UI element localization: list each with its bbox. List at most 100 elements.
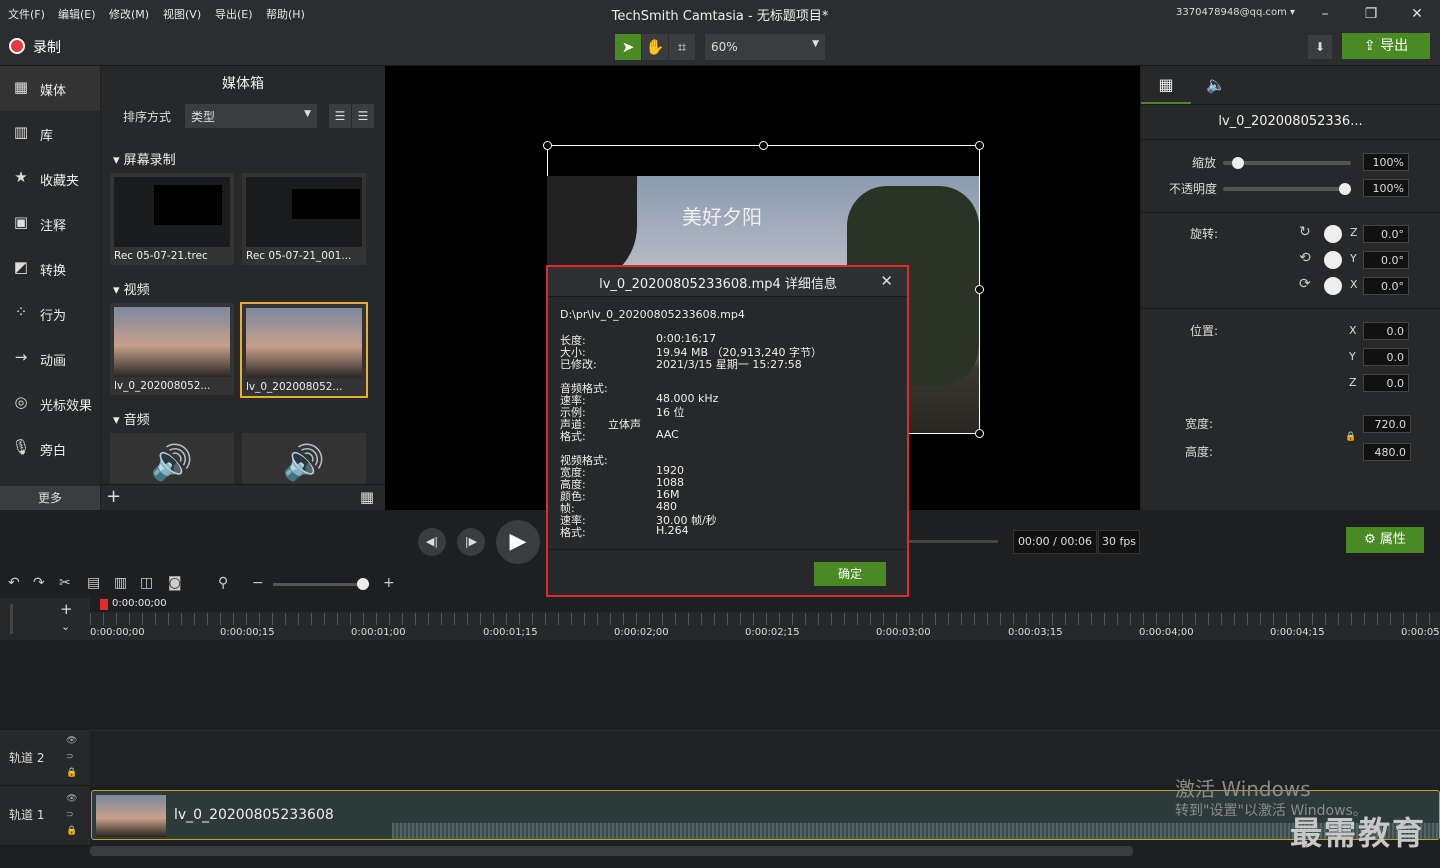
export-button[interactable]: ⇪ 导出: [1342, 33, 1430, 59]
cut-icon[interactable]: ✂: [59, 575, 71, 591]
lock-icon[interactable]: 🔒: [1345, 432, 1356, 442]
section-videos[interactable]: ▾ 视频: [113, 279, 150, 298]
section-audio[interactable]: ▾ 音频: [113, 409, 150, 428]
media-item[interactable]: Rec 05-07-21_001...: [242, 173, 366, 265]
add-track-icon[interactable]: +: [60, 600, 73, 618]
opacity-knob[interactable]: [1339, 183, 1351, 195]
copy-icon[interactable]: ▤: [87, 575, 100, 591]
audio-props-tab-icon[interactable]: 🔈: [1191, 66, 1241, 104]
sidebar-item-narration[interactable]: 🎙 旁白: [0, 426, 100, 471]
ok-button[interactable]: 确定: [814, 562, 886, 586]
more-button[interactable]: 更多: [0, 486, 100, 510]
resize-handle[interactable]: [759, 141, 768, 150]
visual-props-tab-icon[interactable]: ▦: [1141, 66, 1191, 104]
resize-handle[interactable]: [975, 285, 984, 294]
sidebar-item-media[interactable]: ▦ 媒体: [0, 66, 100, 111]
step-back-icon[interactable]: ◀|: [418, 528, 446, 556]
playhead-marker[interactable]: [100, 599, 108, 610]
rotate-z-icon: ↻: [1299, 224, 1311, 240]
redo-icon[interactable]: ↷: [33, 575, 45, 591]
sidebar-label: 动画: [40, 354, 67, 369]
sidebar-item-transitions[interactable]: ◩ 转换: [0, 246, 100, 291]
pointer-tool-icon[interactable]: ➤: [615, 34, 641, 60]
eye-icon[interactable]: 👁: [66, 794, 77, 804]
ruler-label: 0:00:04;15: [1270, 627, 1325, 638]
horizontal-scrollbar[interactable]: [90, 846, 1133, 856]
track-height-slider[interactable]: [10, 604, 13, 634]
user-account[interactable]: 3370478948@qq.com ▾: [1176, 7, 1295, 18]
speaker-icon[interactable]: 🔊: [110, 433, 234, 484]
scrubber-track[interactable]: [900, 540, 998, 543]
split-icon[interactable]: ◫: [140, 575, 153, 591]
grid-view-icon[interactable]: ▦: [353, 488, 381, 508]
track-2-header[interactable]: 轨道 2 👁 ⊃ 🔒: [0, 730, 90, 786]
speaker-icon[interactable]: 🔊: [242, 433, 366, 484]
properties-button[interactable]: ⚙ 属性: [1346, 527, 1424, 553]
timeline-ruler[interactable]: 0:00:00;00 0:00:00;00 0:00:00;15 0:00:01…: [90, 598, 1440, 640]
media-item[interactable]: lv_0_202008052...: [110, 303, 234, 395]
magnet-icon[interactable]: ⊃: [66, 752, 74, 762]
undo-icon[interactable]: ↶: [8, 575, 20, 591]
rotation-x-input[interactable]: 0.0°: [1363, 277, 1409, 295]
close-icon[interactable]: ✕: [880, 272, 893, 290]
sort-desc-icon[interactable]: ☰: [352, 104, 374, 128]
sort-asc-icon[interactable]: ☰: [329, 104, 351, 128]
scale-slider[interactable]: [1223, 157, 1351, 169]
scale-input[interactable]: 100%: [1363, 153, 1409, 171]
minimize-icon[interactable]: –: [1315, 4, 1335, 24]
track-1-header[interactable]: 轨道 1 👁 ⊃ 🔒: [0, 786, 90, 846]
close-icon[interactable]: ✕: [1407, 4, 1427, 24]
download-icon[interactable]: ⬇: [1308, 35, 1332, 59]
sidebar-item-annotations[interactable]: ▣ 注释: [0, 201, 100, 246]
paste-icon[interactable]: ▥: [114, 575, 127, 591]
zoom-search-icon[interactable]: ⚲: [218, 575, 228, 591]
resize-handle[interactable]: [543, 141, 552, 150]
sidebar-item-animations[interactable]: → 动画: [0, 336, 100, 381]
record-button[interactable]: 录制: [33, 37, 61, 57]
media-item-selected[interactable]: lv_0_202008052...: [240, 302, 368, 398]
rotation-y-input[interactable]: 0.0°: [1363, 251, 1409, 269]
lock-icon[interactable]: 🔒: [66, 768, 77, 778]
play-icon[interactable]: ▶: [496, 520, 540, 564]
eye-icon[interactable]: 👁: [66, 736, 77, 746]
sort-select[interactable]: 类型 ▼: [185, 104, 317, 128]
rotation-dial-y[interactable]: [1324, 251, 1342, 269]
sidebar-item-favorites[interactable]: ★ 收藏夹: [0, 156, 100, 201]
resize-handle[interactable]: [975, 141, 984, 150]
opacity-slider[interactable]: [1223, 183, 1351, 195]
transition-icon: ◩: [13, 258, 29, 276]
record-icon[interactable]: [9, 38, 25, 54]
zoom-select[interactable]: 60% ▼: [705, 34, 825, 60]
rotation-dial-z[interactable]: [1324, 225, 1342, 243]
position-x-input[interactable]: 0.0: [1363, 322, 1409, 340]
timeline-zoom-slider[interactable]: [273, 578, 369, 590]
position-z-input[interactable]: 0.0: [1363, 374, 1409, 392]
opacity-input[interactable]: 100%: [1363, 179, 1409, 197]
zoom-out-icon[interactable]: −: [252, 575, 264, 591]
position-y-input[interactable]: 0.0: [1363, 348, 1409, 366]
lock-icon[interactable]: 🔒: [66, 826, 77, 836]
section-screen-recordings[interactable]: ▾ 屏幕录制: [113, 149, 176, 168]
step-forward-icon[interactable]: |▶: [457, 528, 485, 556]
media-item[interactable]: Rec 05-07-21.trec: [110, 173, 234, 265]
rotation-z-input[interactable]: 0.0°: [1363, 225, 1409, 243]
chevron-down-icon[interactable]: ⌄: [61, 620, 70, 633]
rotation-dial-x[interactable]: [1324, 277, 1342, 295]
add-icon[interactable]: +: [106, 486, 121, 507]
scale-knob[interactable]: [1232, 157, 1245, 169]
zoom-in-icon[interactable]: +: [383, 575, 395, 591]
sidebar-item-library[interactable]: ▥ 库: [0, 111, 100, 156]
pan-tool-icon[interactable]: ✋: [642, 34, 668, 60]
resize-handle[interactable]: [975, 429, 984, 438]
sidebar-item-cursor-effects[interactable]: ◎ 光标效果: [0, 381, 100, 426]
width-input[interactable]: 720.0: [1363, 415, 1411, 433]
playhead-bar: [90, 598, 1440, 612]
restore-icon[interactable]: ❐: [1361, 4, 1381, 24]
magnet-icon[interactable]: ⊃: [66, 810, 74, 820]
height-input[interactable]: 480.0: [1363, 443, 1411, 461]
snapshot-icon[interactable]: ◙: [168, 575, 182, 591]
sidebar-item-behaviors[interactable]: ⁘ 行为: [0, 291, 100, 336]
chevron-down-icon: ▾: [113, 413, 124, 428]
zoom-knob[interactable]: [357, 578, 369, 590]
crop-tool-icon[interactable]: ⌗: [669, 34, 695, 60]
